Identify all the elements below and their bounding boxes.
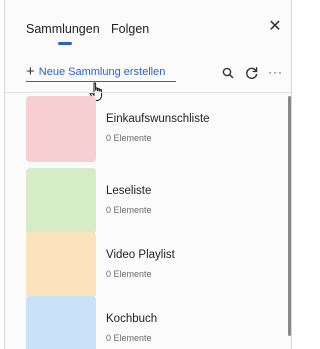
- collection-item-video-playlist[interactable]: Video Playlist 0 Elemente: [26, 232, 286, 298]
- collection-thumbnail: [26, 232, 96, 298]
- active-tab-indicator: [58, 42, 72, 45]
- tab-bar: Sammlungen Folgen ✕: [5, 0, 291, 52]
- collections-list: Einkaufswunschliste 0 Elemente Leseliste…: [5, 93, 291, 349]
- collection-count: 0 Elemente: [106, 205, 152, 215]
- collections-panel: Sammlungen Folgen ✕ + Neue Sammlung erst…: [4, 0, 292, 349]
- collection-count: 0 Elemente: [106, 269, 152, 279]
- plus-icon: +: [26, 63, 35, 80]
- refresh-icon[interactable]: [244, 65, 260, 81]
- list-scrollbar[interactable]: [288, 96, 291, 336]
- search-icon[interactable]: [220, 65, 236, 81]
- collection-title: Kochbuch: [106, 313, 158, 325]
- collection-thumbnail: [26, 296, 96, 349]
- collection-title: Leseliste: [106, 185, 152, 197]
- collection-title: Video Playlist: [106, 249, 175, 261]
- more-options-icon[interactable]: ···: [268, 65, 284, 81]
- collection-count: 0 Elemente: [106, 133, 152, 143]
- collection-item-kochbuch[interactable]: Kochbuch 0 Elemente: [26, 296, 286, 349]
- collection-count: 0 Elemente: [106, 333, 152, 343]
- tab-sammlungen[interactable]: Sammlungen: [26, 22, 100, 36]
- collection-thumbnail: [26, 96, 96, 162]
- collection-title: Einkaufswunschliste: [106, 113, 210, 125]
- collection-thumbnail: [26, 168, 96, 234]
- new-collection-label: Neue Sammlung erstellen: [38, 66, 166, 78]
- collection-item-einkaufswunschliste[interactable]: Einkaufswunschliste 0 Elemente: [26, 96, 286, 162]
- collection-item-leseliste[interactable]: Leseliste 0 Elemente: [26, 168, 286, 234]
- new-collection-button[interactable]: + Neue Sammlung erstellen: [26, 63, 165, 81]
- toolbar: + Neue Sammlung erstellen ···: [5, 55, 291, 91]
- tab-folgen[interactable]: Folgen: [111, 22, 149, 36]
- close-icon[interactable]: ✕: [268, 19, 282, 35]
